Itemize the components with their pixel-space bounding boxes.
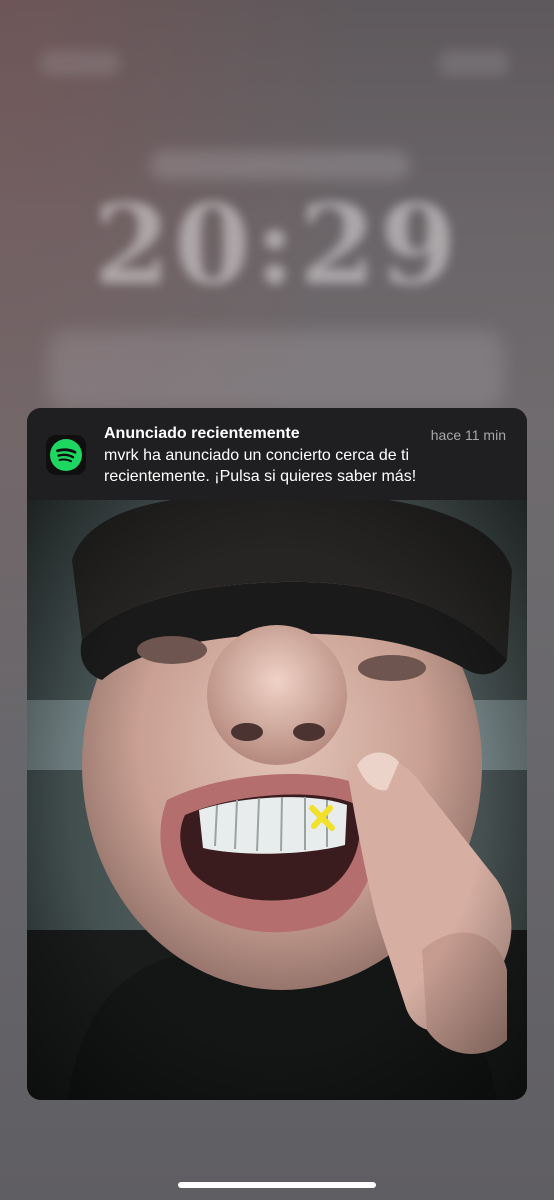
spotify-notification[interactable]: Anunciado recientemente hace 11 min mvrk… [27,408,527,1100]
blurred-widgets [48,330,504,410]
notification-body: mvrk ha anunciado un concierto cerca de … [104,447,417,485]
blurred-date [150,150,410,180]
lock-screen-clock: 20:29 [93,180,461,309]
notification-header[interactable]: Anunciado recientemente hace 11 min mvrk… [27,408,527,500]
blurred-status-bar-left [40,50,120,76]
artist-photo[interactable] [27,500,527,1100]
notification-time: hace 11 min [430,427,506,443]
spotify-icon [46,435,86,475]
notification-title: Anunciado recientemente [104,425,300,442]
blurred-status-bar-right [439,50,509,76]
home-indicator[interactable] [178,1182,376,1188]
